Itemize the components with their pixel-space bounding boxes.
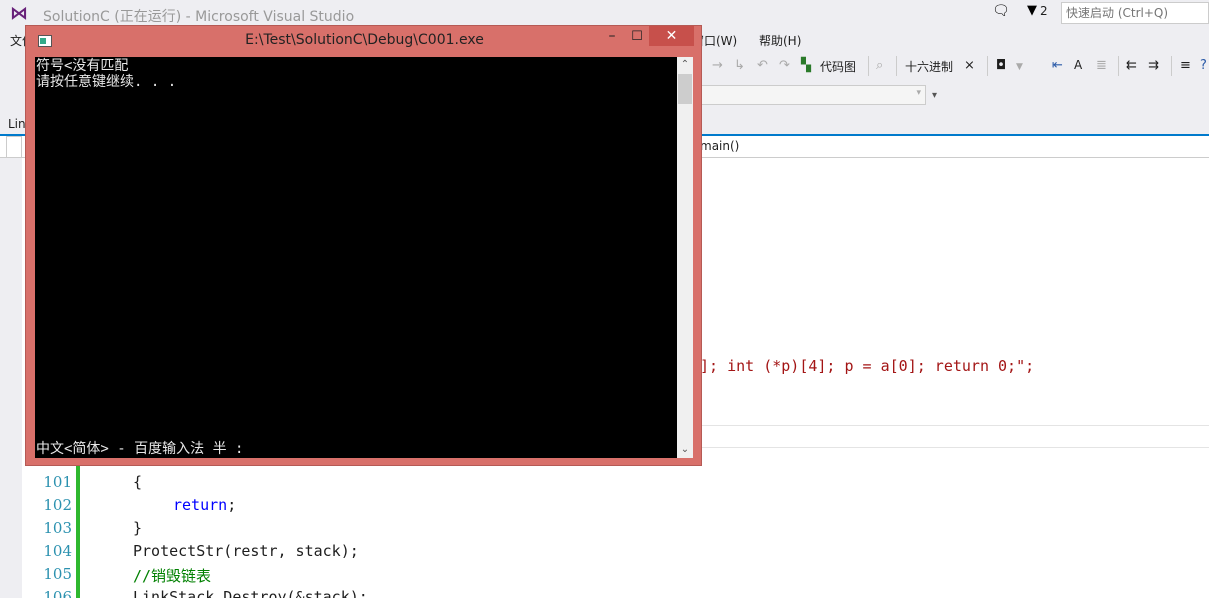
divider	[700, 425, 1209, 426]
menu-help[interactable]: 帮助(H)	[759, 32, 801, 49]
line-number: 102	[43, 496, 72, 514]
toolbar-separator	[868, 56, 869, 76]
dropdown-arrow-icon[interactable]: ▼	[1016, 62, 1023, 72]
notification-flag-icon[interactable]: ▼	[1027, 3, 1037, 18]
code-line: LinkStack_Destroy(&stack);	[133, 588, 368, 598]
find-icon[interactable]: ⌕	[876, 58, 883, 73]
keyword-return: return	[173, 496, 228, 514]
feedback-icon[interactable]: 🗨	[992, 3, 1010, 19]
code-punct: ;	[227, 496, 237, 514]
console-line: 符号<没有匹配	[36, 58, 129, 74]
chevron-down-icon: ▾	[916, 88, 921, 98]
font-size-icon[interactable]: A	[1074, 58, 1082, 72]
notification-count: 2	[1040, 4, 1048, 18]
line-number: 103	[43, 519, 72, 537]
comment-icon[interactable]: ≡	[1180, 58, 1191, 73]
console-scrollbar[interactable]: ⌃ ⌄	[677, 57, 693, 458]
code-string-line: ]; int (*p)[4]; p = a[0]; return 0;";	[700, 357, 1035, 375]
code-line: ProtectStr(restr, stack);	[133, 542, 359, 560]
exceptions-icon[interactable]: ⨯	[964, 58, 975, 73]
function-dropdown[interactable]: main()	[700, 139, 739, 153]
quick-launch-input[interactable]	[1061, 2, 1209, 24]
hex-display-button[interactable]: 十六进制	[905, 58, 953, 75]
step-out-icon[interactable]: ↷	[779, 58, 790, 73]
close-button[interactable]: ✕	[649, 26, 694, 46]
toolbar-overflow-icon[interactable]: ▾	[932, 90, 937, 101]
console-output[interactable]: 符号<没有匹配 请按任意键继续. . . 中文<简体> - 百度输入法 半 :	[35, 57, 677, 458]
ime-status-line: 中文<简体> - 百度输入法 半 :	[36, 441, 244, 457]
outdent-icon[interactable]: ⇤	[1052, 58, 1063, 73]
stack-frame-combo[interactable]: ▾	[700, 85, 926, 105]
visual-studio-logo-icon: ⋈	[10, 3, 28, 24]
line-number: 104	[43, 542, 72, 560]
project-dropdown[interactable]	[6, 136, 22, 158]
console-window[interactable]: E:\Test\SolutionC\Debug\C001.exe – ☐ ✕ 符…	[25, 25, 702, 466]
scroll-thumb[interactable]	[678, 74, 692, 104]
toolbar-separator	[1118, 56, 1119, 76]
decrease-indent-icon[interactable]: ⇇	[1126, 58, 1137, 73]
code-line: {	[133, 473, 143, 491]
code-line: }	[133, 519, 143, 537]
minimize-button[interactable]: –	[601, 29, 623, 47]
scroll-down-icon[interactable]: ⌄	[677, 442, 693, 458]
console-line: 请按任意键继续. . .	[36, 74, 177, 90]
line-number: 101	[43, 473, 72, 491]
window-title: SolutionC (正在运行) - Microsoft Visual Stud…	[43, 9, 355, 25]
line-number: 105	[43, 565, 72, 583]
step-into-icon[interactable]: ↳	[734, 58, 745, 73]
divider	[700, 447, 1209, 448]
toolbar-separator	[896, 56, 897, 76]
increase-indent-icon[interactable]: ⇉	[1148, 58, 1159, 73]
vs-title-bar: ⋈ SolutionC (正在运行) - Microsoft Visual St…	[0, 0, 1209, 28]
uncomment-icon[interactable]: ?	[1200, 58, 1207, 73]
scroll-up-icon[interactable]: ⌃	[677, 57, 693, 73]
format-icon[interactable]: ≣	[1096, 58, 1107, 73]
change-tracking-bar	[76, 466, 80, 598]
toolbar-separator	[1171, 56, 1172, 76]
show-next-statement-icon[interactable]: →	[712, 58, 723, 73]
code-line: return;	[173, 496, 236, 514]
code-comment: //销毁链表	[133, 567, 212, 585]
editor-left-margin	[0, 158, 22, 598]
code-map-button[interactable]: 代码图	[820, 58, 856, 75]
breakpoint-window-icon[interactable]: ◘	[996, 58, 1006, 73]
step-over-icon[interactable]: ↶	[757, 58, 768, 73]
desktop: ⋈ SolutionC (正在运行) - Microsoft Visual St…	[0, 0, 1209, 598]
toolbar-separator	[987, 56, 988, 76]
maximize-button[interactable]: ☐	[626, 29, 648, 47]
line-number: 106	[43, 588, 72, 598]
code-map-icon[interactable]: ▚	[801, 58, 811, 73]
